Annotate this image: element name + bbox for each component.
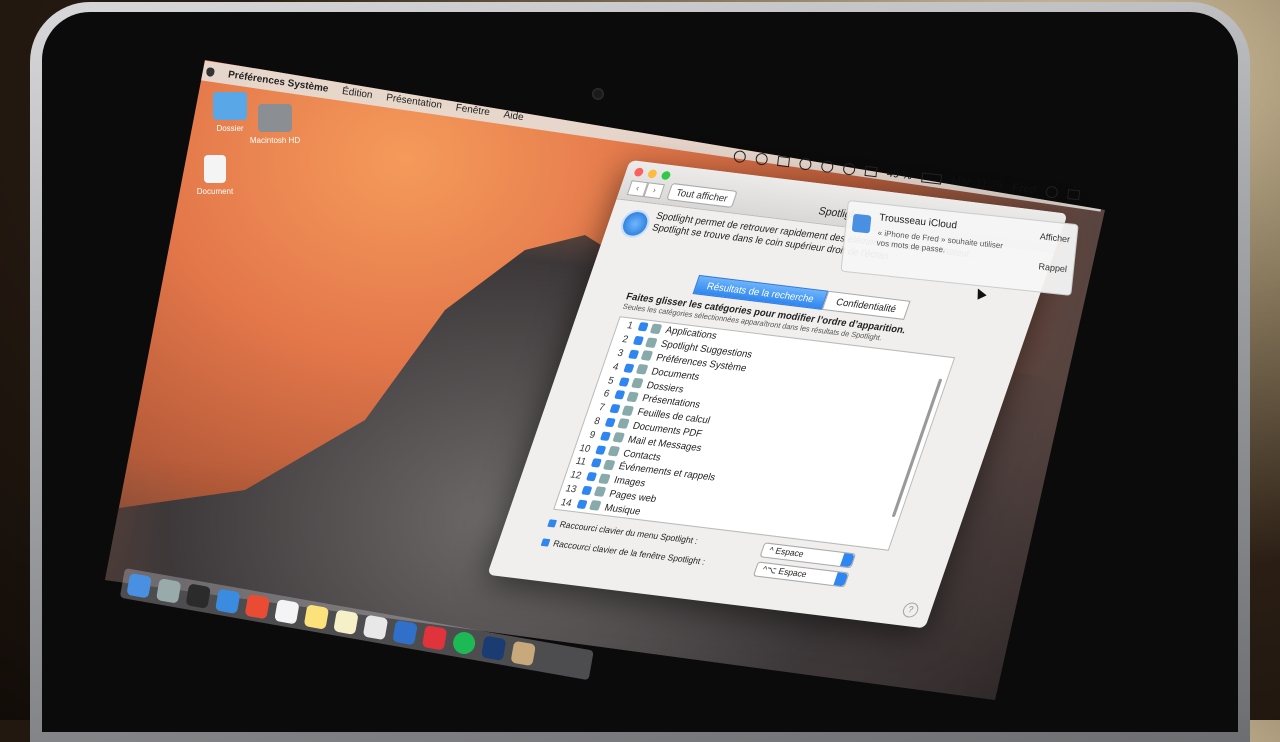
category-number: 7 <box>597 401 607 413</box>
chess-icon[interactable] <box>510 640 536 667</box>
category-checkbox[interactable] <box>581 485 593 496</box>
category-checkbox[interactable] <box>595 444 607 455</box>
category-list: 1 Applications 2 Spotlight Suggestions 3 Préf… <box>553 316 956 551</box>
safari-icon[interactable] <box>215 588 241 615</box>
category-icon <box>588 500 602 512</box>
category-checkbox[interactable] <box>585 472 598 482</box>
hard-disk-icon <box>258 104 292 132</box>
category-icon <box>607 445 621 457</box>
category-number: 9 <box>588 428 597 441</box>
category-checkbox[interactable] <box>613 390 626 400</box>
airplay-icon[interactable] <box>777 155 791 168</box>
category-icon <box>626 391 639 403</box>
timemachine-icon[interactable] <box>733 149 747 164</box>
category-label: Musique <box>603 501 643 517</box>
category-checkbox[interactable] <box>618 376 630 387</box>
category-icon <box>593 486 607 498</box>
category-number: 1 <box>625 319 635 332</box>
category-number: 4 <box>611 360 621 373</box>
launchpad-icon[interactable] <box>155 578 182 604</box>
user-name[interactable]: Fred <box>1012 182 1037 197</box>
spotlight-icon <box>616 208 654 240</box>
category-checkbox[interactable] <box>637 322 649 332</box>
mission-control-icon[interactable] <box>185 583 211 609</box>
category-number: 5 <box>606 374 616 386</box>
bluetooth-icon[interactable] <box>820 159 834 174</box>
chevron-down-icon <box>839 553 855 568</box>
show-all-button[interactable]: Tout afficher <box>666 182 738 208</box>
icloud-icon <box>851 213 872 234</box>
category-checkbox[interactable] <box>604 417 616 428</box>
finder-icon[interactable] <box>126 572 152 599</box>
close-icon[interactable] <box>633 167 645 177</box>
desktop-icon-document[interactable]: Document <box>185 155 245 196</box>
category-checkbox[interactable] <box>623 363 635 373</box>
menu-item-edit[interactable]: Édition <box>341 85 373 100</box>
chevron-down-icon <box>833 572 849 587</box>
category-checkbox[interactable] <box>632 336 644 346</box>
folder-icon <box>213 92 247 120</box>
search-icon[interactable] <box>1045 185 1059 199</box>
category-checkbox[interactable] <box>576 499 588 509</box>
notification-subtitle: « iPhone de Fred » souhaite utiliser vos… <box>876 228 1004 255</box>
sync-icon[interactable] <box>755 152 769 166</box>
photoshop-icon[interactable] <box>480 635 507 661</box>
category-number: 14 <box>559 496 574 509</box>
category-number: 8 <box>592 415 602 427</box>
nav-buttons: ‹ › <box>626 180 666 200</box>
chrome-icon[interactable] <box>244 593 271 620</box>
category-icon <box>645 337 658 348</box>
category-icon <box>612 432 625 443</box>
camera-icon <box>592 88 604 100</box>
category-checkbox[interactable] <box>599 431 612 441</box>
category-icon <box>649 323 663 335</box>
category-number: 2 <box>620 333 630 345</box>
apple-icon[interactable] <box>205 66 216 77</box>
help-button[interactable]: ? <box>900 601 921 619</box>
notes-icon[interactable] <box>303 604 330 630</box>
category-number: 12 <box>568 468 583 481</box>
notification-later-button[interactable]: Rappel <box>1038 261 1067 274</box>
forward-icon[interactable]: › <box>643 182 666 200</box>
category-number: 3 <box>616 347 626 359</box>
preview-icon[interactable] <box>362 614 389 641</box>
category-icon <box>602 459 616 471</box>
calendar-icon[interactable] <box>274 599 300 625</box>
category-icon <box>630 377 644 389</box>
spotify-icon[interactable] <box>451 630 477 656</box>
category-icon <box>598 473 611 484</box>
stickies-icon[interactable] <box>333 609 359 635</box>
zoom-icon[interactable] <box>660 170 672 181</box>
itunes-icon[interactable] <box>421 625 448 651</box>
notification-show-button[interactable]: Afficher <box>1039 231 1070 244</box>
category-checkbox[interactable] <box>628 349 640 360</box>
category-number: 6 <box>602 387 612 400</box>
category-icon <box>616 418 630 430</box>
volume-icon[interactable] <box>864 165 878 178</box>
category-icon <box>640 350 654 362</box>
desktop-icon-disk[interactable]: Macintosh HD <box>245 104 305 145</box>
battery-icon[interactable] <box>921 172 943 185</box>
battery-percent[interactable]: 49 % <box>886 167 912 182</box>
clock[interactable]: Mar. 11:29 <box>951 175 1003 193</box>
minimize-icon[interactable] <box>646 169 659 179</box>
category-icon <box>621 405 635 416</box>
category-icon <box>635 364 649 375</box>
category-checkbox[interactable] <box>590 458 602 469</box>
wifi-icon[interactable] <box>842 162 856 176</box>
category-checkbox[interactable] <box>609 404 621 414</box>
gear-icon[interactable] <box>798 157 813 171</box>
app-store-icon[interactable] <box>392 619 418 646</box>
shortcut-menu-checkbox[interactable] <box>547 519 558 528</box>
traffic-lights <box>633 167 672 181</box>
shortcut-window-checkbox[interactable] <box>540 538 551 547</box>
notification-center-icon[interactable] <box>1067 189 1081 201</box>
document-icon <box>204 155 226 183</box>
category-number: 11 <box>574 455 588 468</box>
category-number: 10 <box>578 441 593 454</box>
category-number: 13 <box>564 482 579 495</box>
